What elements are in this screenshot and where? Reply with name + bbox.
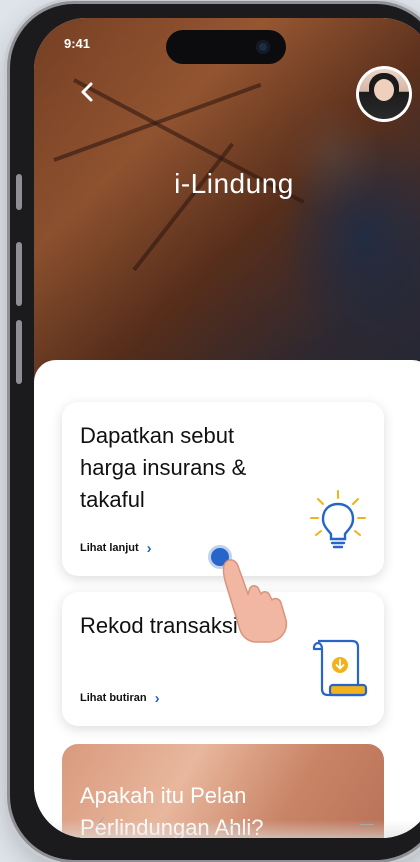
volume-up-button	[16, 242, 22, 306]
avatar-face	[374, 79, 394, 101]
link-label: Lihat lanjut	[80, 542, 139, 554]
avatar	[359, 69, 409, 119]
document-download-icon	[310, 637, 368, 702]
chevron-left-icon	[81, 82, 93, 102]
volume-down-button	[16, 320, 22, 384]
silent-switch	[16, 174, 22, 210]
page-title: i-Lindung	[174, 168, 294, 199]
back-button[interactable]	[74, 78, 102, 106]
hand-pointer-icon	[222, 559, 288, 643]
chevron-right-icon: ›	[154, 689, 160, 707]
link-label: Lihat butiran	[80, 692, 147, 704]
status-time: 9:41	[64, 36, 91, 51]
view-more-link[interactable]: Lihat lanjut ›	[80, 539, 152, 557]
camera-icon	[256, 40, 270, 54]
dynamic-island	[166, 30, 286, 64]
card-title: Dapatkan sebut harga insurans & takaful	[80, 423, 247, 512]
lightbulb-icon	[308, 489, 368, 560]
chevron-right-icon: ›	[146, 539, 152, 557]
screen-edge	[34, 820, 420, 838]
app-screen: 9:41 i-Lindung Dapatkan sebut harga insu…	[34, 18, 420, 838]
profile-avatar-button[interactable]	[356, 66, 412, 122]
view-details-link[interactable]: Lihat butiran ›	[80, 689, 160, 707]
